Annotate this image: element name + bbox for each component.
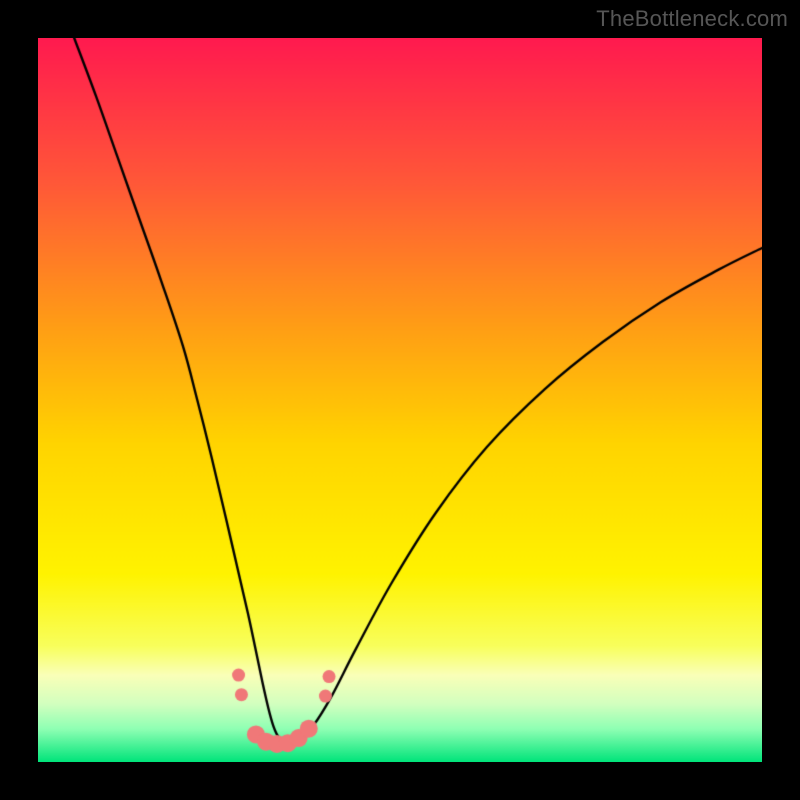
watermark-text: TheBottleneck.com: [596, 6, 788, 32]
chart-canvas: [38, 38, 762, 762]
plot-area: [38, 38, 762, 762]
frame: TheBottleneck.com: [0, 0, 800, 800]
